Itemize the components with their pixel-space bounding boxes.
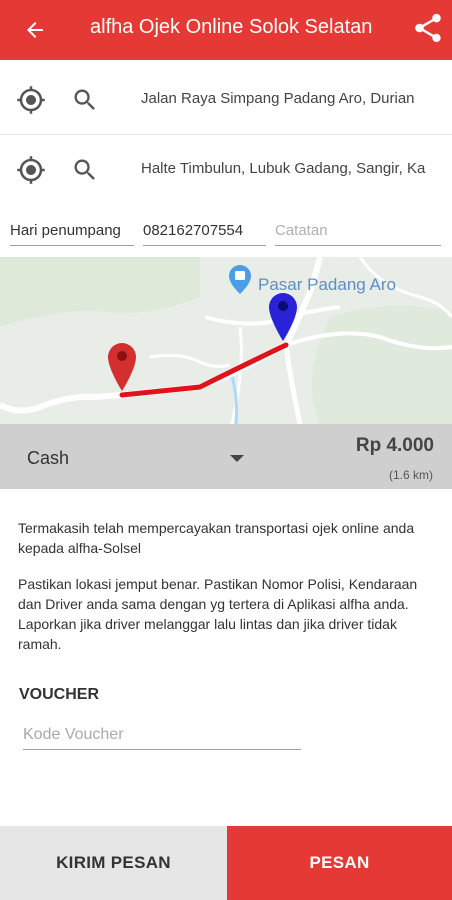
pickup-row: Jalan Raya Simpang Padang Aro, Durian — [0, 65, 452, 133]
voucher-input[interactable]: Kode Voucher — [23, 722, 301, 750]
pickup-address[interactable]: Jalan Raya Simpang Padang Aro, Durian — [141, 65, 452, 133]
note-field[interactable]: Catatan — [275, 212, 441, 246]
share-icon — [415, 13, 441, 43]
arrow-back-icon — [27, 22, 43, 38]
trip-distance: (1.6 km) — [388, 468, 433, 482]
order-fields: Hari penumpang 082162707554 Catatan — [0, 212, 452, 248]
app-bar: alfha Ojek Online Solok Selatan — [0, 0, 452, 60]
thanks-text: Termakasih telah mempercayakan transport… — [18, 520, 415, 556]
share-button[interactable] — [408, 8, 448, 48]
voucher-heading: VOUCHER — [19, 686, 100, 703]
map-canvas: Pasar Padang Aro — [0, 257, 452, 424]
fare-price: Rp 4.000 — [355, 435, 434, 456]
search-icon — [74, 89, 95, 110]
back-button[interactable] — [16, 11, 54, 49]
my-location-icon — [17, 156, 45, 184]
send-message-button[interactable]: KIRIM PESAN — [0, 826, 227, 900]
pickup-locate-button[interactable] — [14, 83, 48, 117]
payment-bar: Cash Rp 4.000 (1.6 km) — [0, 424, 452, 489]
search-icon — [74, 159, 95, 180]
app-title: alfha Ojek Online Solok Selatan — [90, 16, 373, 38]
dropdown-arrow-icon[interactable] — [229, 454, 245, 464]
destination-locate-button[interactable] — [14, 153, 48, 187]
passenger-name-field[interactable]: Hari penumpang — [10, 212, 134, 246]
order-button[interactable]: PESAN — [227, 826, 452, 900]
destination-address[interactable]: Halte Timbulun, Lubuk Gadang, Sangir, Ka — [141, 135, 452, 203]
pickup-search-button[interactable] — [68, 83, 102, 117]
notice-text: Pastikan lokasi jemput benar. Pastikan N… — [18, 576, 418, 652]
payment-method-select[interactable]: Cash — [27, 448, 69, 469]
place-label: Pasar Padang Aro — [258, 275, 396, 294]
my-location-icon — [17, 86, 45, 114]
route-map[interactable]: Pasar Padang Aro — [0, 257, 452, 424]
destination-row: Halte Timbulun, Lubuk Gadang, Sangir, Ka — [0, 135, 452, 203]
phone-field[interactable]: 082162707554 — [143, 212, 266, 246]
map-green-area — [312, 305, 452, 424]
destination-search-button[interactable] — [68, 153, 102, 187]
